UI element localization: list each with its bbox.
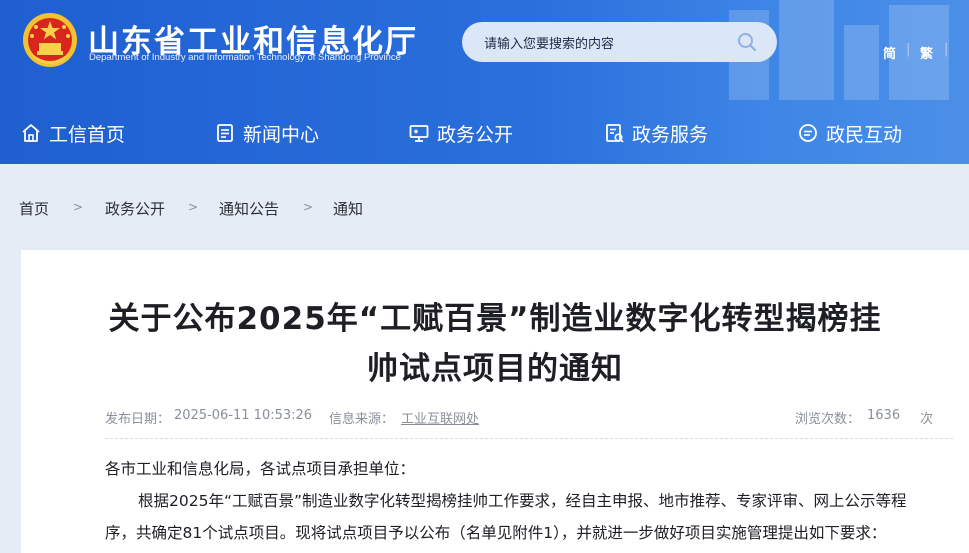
site-header: 山东省工业和信息化厅 Department of Industry and In… [0, 0, 969, 164]
article-panel: 关于公布2025年“工赋百景”制造业数字化转型揭榜挂 帅试点项目的通知 发布日期… [21, 250, 969, 553]
lang-traditional-link[interactable]: 繁 [920, 43, 933, 62]
news-icon [217, 124, 233, 142]
home-icon [22, 124, 40, 142]
nav-item-label: 工信首页 [49, 123, 126, 146]
source-link[interactable]: 工业互联网处 [401, 408, 479, 427]
search-placeholder[interactable]: 请输入您要搜索的内容 [484, 33, 614, 52]
lang-separator: | [944, 42, 949, 57]
nav-item-news[interactable]: 新闻中心 [214, 110, 319, 156]
nav-item-label: 新闻中心 [243, 123, 320, 146]
meta-divider [105, 438, 953, 439]
views-unit: 次 [920, 412, 934, 427]
breadcrumb-current[interactable]: 通知 [333, 198, 363, 219]
nav-item-label: 政民互动 [826, 123, 903, 146]
nav-item-gov-service[interactable]: 政务服务 [603, 110, 708, 156]
lang-separator: | [906, 42, 911, 57]
nav-item-label: 政务服务 [632, 123, 709, 146]
article-salutation: 各市工业和信息化局，各试点项目承担单位： [105, 460, 416, 478]
nav-item-label: 政务公开 [437, 123, 514, 146]
breadcrumb-separator: > [73, 200, 84, 214]
nav-item-home[interactable]: 工信首页 [20, 110, 125, 156]
lang-simplified-link[interactable]: 简 [883, 43, 896, 62]
monitor-icon [409, 125, 429, 142]
breadcrumb-home[interactable]: 首页 [19, 198, 49, 219]
publish-date: 2025-06-11 10:53:26 [174, 408, 313, 423]
main-nav: 工信首页 新闻中心 政务公开 政务服务 政民互动 [0, 110, 969, 156]
nav-item-interaction[interactable]: 政民互动 [797, 110, 902, 156]
views-count: 1636 [867, 408, 901, 423]
nav-item-gov-affairs[interactable]: 政务公开 [408, 110, 513, 156]
views-label: 浏览次数： [795, 412, 861, 427]
national-emblem-icon [23, 13, 77, 67]
article-paragraph-line: 序，共确定81个试点项目。现将试点项目予以公布（名单见附件1），并就进一步做好项… [105, 524, 887, 542]
article-title-line: 帅试点项目的通知 [367, 351, 623, 387]
breadcrumb-separator: > [188, 200, 199, 214]
breadcrumb-gov-affairs[interactable]: 政务公开 [105, 198, 165, 219]
service-icon [606, 124, 624, 143]
breadcrumb: 首页 > 政务公开 > 通知公告 > 通知 [0, 164, 969, 250]
article-title: 关于公布2025年“工赋百景”制造业数字化转型揭榜挂 帅试点项目的通知 [21, 294, 969, 394]
article-paragraph-line: 根据2025年“工赋百景”制造业数字化转型揭榜挂帅工作要求，经自主申报、地市推荐… [138, 492, 907, 510]
article-title-line: 关于公布2025年“工赋百景”制造业数字化转型揭榜挂 [108, 301, 882, 337]
breadcrumb-notices[interactable]: 通知公告 [219, 198, 279, 219]
publish-date-label: 发布日期： [105, 412, 171, 427]
site-subtitle: Department of Industry and Information T… [89, 52, 401, 63]
source-label: 信息来源： [329, 412, 395, 427]
search-box[interactable]: 请输入您要搜索的内容 [462, 22, 777, 62]
search-icon[interactable] [737, 32, 757, 52]
chat-icon [799, 124, 817, 142]
breadcrumb-separator: > [303, 200, 314, 214]
